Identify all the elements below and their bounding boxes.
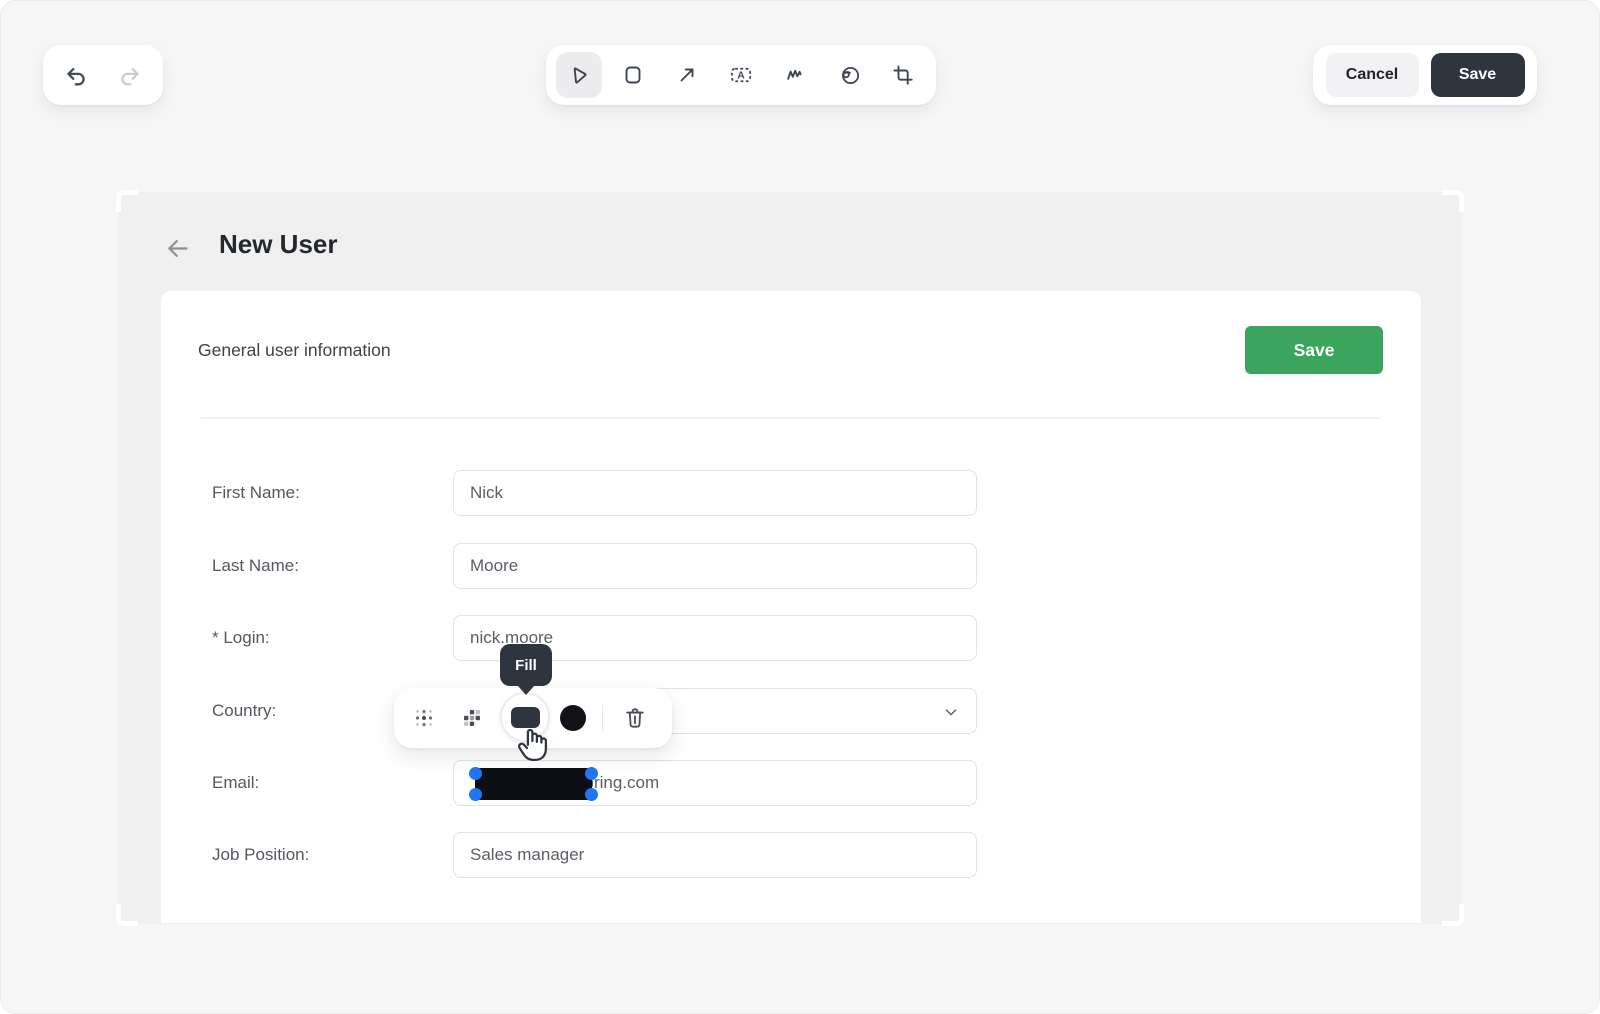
back-button[interactable] [163, 234, 191, 262]
tool-arrow-button[interactable] [664, 52, 710, 98]
last-name-field[interactable]: Moore [453, 543, 977, 589]
cursor-icon [566, 62, 592, 88]
text-tool-icon: A [728, 62, 754, 88]
selection-handle-top-right[interactable] [585, 767, 598, 780]
svg-text:A: A [737, 71, 745, 82]
cancel-button[interactable]: Cancel [1326, 53, 1419, 97]
undo-icon [63, 62, 89, 88]
form-row-last-name: Last Name: Moore [161, 543, 1421, 589]
toolbar-divider [602, 705, 603, 731]
selection-handle-top-left[interactable] [469, 767, 482, 780]
crop-handle-top-left[interactable] [116, 190, 138, 212]
marker-icon [783, 63, 807, 87]
first-name-value: Nick [470, 483, 503, 503]
crop-handle-bottom-left[interactable] [116, 904, 138, 926]
country-label: Country: [212, 688, 276, 734]
email-field[interactable]: spring.com [453, 760, 977, 806]
form-row-country: Country: [161, 688, 1421, 734]
undo-button[interactable] [59, 58, 93, 92]
pixelate-pattern-option[interactable] [456, 702, 488, 734]
general-info-panel: General user information Save First Name… [161, 291, 1421, 923]
crop-icon [891, 63, 915, 87]
job-position-field[interactable]: Sales manager [453, 832, 977, 878]
selection-handle-bottom-left[interactable] [469, 788, 482, 801]
job-position-label: Job Position: [212, 832, 309, 878]
login-label: * Login: [212, 615, 270, 661]
tool-crop-button[interactable] [880, 52, 926, 98]
tool-marker-button[interactable] [772, 52, 818, 98]
history-toolbar [43, 45, 163, 105]
trash-icon [622, 705, 648, 731]
form-save-button[interactable]: Save [1245, 326, 1383, 374]
selection-handle-bottom-right[interactable] [585, 788, 598, 801]
section-header: General user information [198, 340, 391, 361]
rectangle-icon [621, 63, 645, 87]
job-position-value: Sales manager [470, 845, 584, 865]
tool-blur-button[interactable] [826, 52, 872, 98]
tool-rectangle-button[interactable] [610, 52, 656, 98]
solid-fill-option[interactable] [500, 692, 550, 742]
blur-tool-icon [837, 63, 862, 88]
form-row-first-name: First Name: Nick [161, 470, 1421, 516]
form-row-login: * Login: nick.moore [161, 615, 1421, 661]
page-title: New User [219, 229, 338, 260]
tool-select-button[interactable] [556, 52, 602, 98]
redaction-rectangle[interactable] [475, 768, 592, 800]
fill-tooltip-label: Fill [515, 657, 537, 674]
last-name-value: Moore [470, 556, 518, 576]
arrow-icon [675, 63, 699, 87]
screenshot-canvas[interactable]: New User General user information Save F… [119, 193, 1461, 923]
redo-button[interactable] [113, 58, 147, 92]
dots-pattern-icon [411, 705, 437, 731]
pixelate-pattern-icon [460, 706, 484, 730]
last-name-label: Last Name: [212, 543, 299, 589]
tool-text-button[interactable]: A [718, 52, 764, 98]
dots-pattern-option[interactable] [408, 702, 440, 734]
editor-actions: Cancel Save [1313, 45, 1537, 105]
email-label: Email: [212, 760, 259, 806]
delete-annotation-button[interactable] [618, 702, 652, 734]
back-arrow-icon [164, 235, 191, 262]
drawing-tools-toolbar: A [546, 45, 936, 105]
fill-style-toolbar [394, 688, 672, 748]
crop-handle-top-right[interactable] [1442, 190, 1464, 212]
crop-handle-bottom-right[interactable] [1442, 904, 1464, 926]
form-row-job-position: Job Position: Sales manager [161, 832, 1421, 878]
chevron-down-icon [942, 703, 960, 721]
solid-fill-swatch [511, 707, 540, 728]
first-name-label: First Name: [212, 470, 300, 516]
fill-tooltip: Fill [500, 644, 552, 686]
redo-icon [117, 62, 143, 88]
save-button[interactable]: Save [1431, 53, 1525, 97]
first-name-field[interactable]: Nick [453, 470, 977, 516]
screenshot-editor-app: A Cancel Save [0, 0, 1600, 1014]
black-color-option[interactable] [560, 705, 586, 731]
form-row-email: Email: spring.com [161, 760, 1421, 806]
divider [201, 417, 1381, 419]
